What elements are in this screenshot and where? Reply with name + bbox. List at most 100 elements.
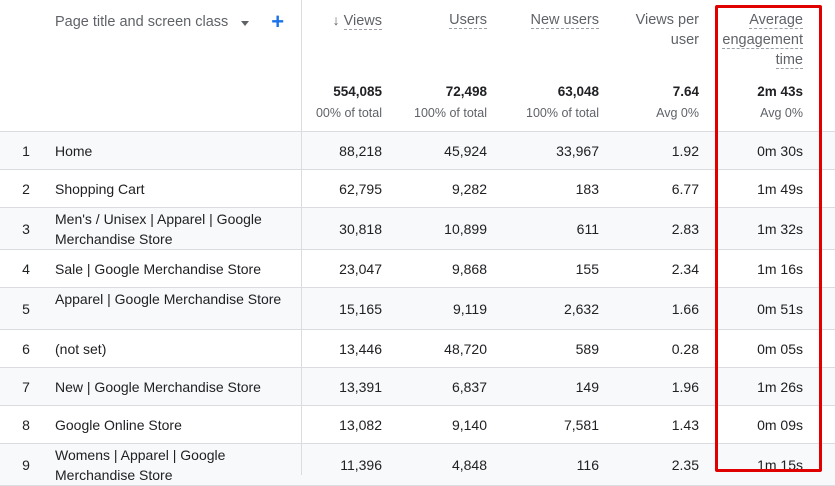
table-row[interactable]: 6 (not set) 13,446 48,720 589 0.28 0m 05s — [0, 330, 835, 368]
table-row[interactable]: 1 Home 88,218 45,924 33,967 1.92 0m 30s — [0, 132, 835, 170]
cell-views: 13,446 — [339, 340, 382, 357]
subtotal-users: 100% of total — [414, 106, 487, 120]
total-views-per-user: 7.64 — [672, 84, 699, 99]
cell-new-users: 116 — [576, 456, 599, 473]
row-index: 1 — [22, 142, 30, 159]
row-title[interactable]: Apparel | Google Merchandise Store — [55, 289, 290, 309]
report-table: Page title and screen class + ↓ Views Use… — [0, 0, 835, 486]
column-label-line: Views per — [635, 12, 699, 28]
column-label-line: time — [775, 52, 803, 69]
cell-views-per-user: 1.96 — [671, 378, 699, 395]
cell-views: 11,396 — [340, 456, 382, 473]
row-index: 6 — [22, 340, 30, 357]
column-header-views-per-user[interactable]: Views per user — [636, 10, 699, 50]
column-header-users[interactable]: Users — [449, 10, 487, 30]
cell-users: 48,720 — [444, 340, 487, 357]
total-views: 554,085 — [333, 84, 382, 99]
row-index: 5 — [22, 300, 30, 317]
subtotal-views: 00% of total — [315, 106, 382, 120]
cell-views: 23,047 — [339, 260, 382, 277]
cell-average-engagement-time: 1m 32s — [757, 220, 803, 237]
row-title[interactable]: Google Online Store — [55, 415, 290, 435]
cell-users: 6,837 — [451, 378, 487, 395]
row-index: 3 — [22, 220, 30, 237]
cell-views: 62,795 — [339, 180, 382, 197]
table-row[interactable]: 9 Womens | Apparel | Google Merchandise S… — [0, 444, 835, 486]
cell-views-per-user: 1.43 — [671, 416, 699, 433]
cell-new-users: 589 — [575, 340, 599, 357]
cell-new-users: 183 — [575, 180, 599, 197]
row-title[interactable]: (not set) — [55, 339, 290, 359]
row-index: 8 — [22, 416, 30, 433]
dimension-label: Page title and screen class — [55, 14, 229, 30]
cell-new-users: 149 — [575, 378, 599, 395]
column-label-line: Average — [749, 12, 803, 29]
cell-average-engagement-time: 1m 26s — [757, 378, 803, 395]
row-title[interactable]: Shopping Cart — [55, 179, 290, 199]
cell-average-engagement-time: 0m 09s — [757, 416, 803, 433]
cell-users: 9,868 — [451, 260, 487, 277]
cell-new-users: 2,632 — [563, 300, 599, 317]
cell-new-users: 611 — [576, 220, 599, 237]
column-label: Users — [449, 12, 487, 29]
column-header-new-users[interactable]: New users — [530, 10, 599, 30]
subtotal-average-engagement-time: Avg 0% — [760, 106, 803, 120]
cell-views-per-user: 2.34 — [671, 260, 699, 277]
table-row[interactable]: 5 Apparel | Google Merchandise Store 15,16… — [0, 288, 835, 330]
column-divider — [301, 0, 302, 475]
cell-average-engagement-time: 0m 05s — [757, 340, 803, 357]
cell-views: 13,082 — [339, 416, 382, 433]
table-row[interactable]: 4 Sale | Google Merchandise Store 23,047 9,… — [0, 250, 835, 288]
cell-views-per-user: 2.83 — [671, 220, 699, 237]
table-header: Page title and screen class + ↓ Views Use… — [0, 0, 835, 132]
cell-average-engagement-time: 1m 15s — [757, 456, 803, 473]
total-average-engagement-time: 2m 43s — [757, 84, 803, 99]
row-title[interactable]: New | Google Merchandise Store — [55, 377, 290, 397]
cell-users: 9,282 — [451, 180, 487, 197]
subtotal-new-users: 100% of total — [526, 106, 599, 120]
row-index: 7 — [22, 378, 30, 395]
row-index: 9 — [22, 456, 30, 473]
cell-average-engagement-time: 1m 49s — [757, 180, 803, 197]
dimension-selector[interactable]: Page title and screen class + — [55, 11, 284, 33]
cell-views-per-user: 1.66 — [671, 300, 699, 317]
column-label: Views — [343, 13, 382, 30]
table-row[interactable]: 2 Shopping Cart 62,795 9,282 183 6.77 1m 49s — [0, 170, 835, 208]
cell-new-users: 155 — [575, 260, 599, 277]
cell-users: 4,848 — [451, 456, 487, 473]
cell-new-users: 33,967 — [556, 142, 599, 159]
row-title[interactable]: Sale | Google Merchandise Store — [55, 259, 290, 279]
total-users: 72,498 — [445, 84, 487, 99]
cell-users: 10,899 — [444, 220, 487, 237]
cell-views-per-user: 2.35 — [671, 456, 699, 473]
cell-views: 88,218 — [339, 142, 382, 159]
cell-new-users: 7,581 — [563, 416, 599, 433]
cell-average-engagement-time: 0m 30s — [757, 142, 803, 159]
cell-views-per-user: 1.92 — [671, 142, 699, 159]
table-row[interactable]: 7 New | Google Merchandise Store 13,391 6,8… — [0, 368, 835, 406]
row-title[interactable]: Men's / Unisex | Apparel | Google Mercha… — [55, 209, 290, 249]
cell-views: 15,165 — [339, 300, 382, 317]
cell-views-per-user: 0.28 — [671, 340, 699, 357]
row-title[interactable]: Home — [55, 141, 290, 161]
column-label: New users — [530, 12, 599, 29]
cell-views: 13,391 — [339, 378, 382, 395]
cell-average-engagement-time: 0m 51s — [757, 300, 803, 317]
subtotal-views-per-user: Avg 0% — [656, 106, 699, 120]
row-title[interactable]: Womens | Apparel | Google Merchandise St… — [55, 445, 290, 485]
cell-views-per-user: 6.77 — [671, 180, 699, 197]
total-new-users: 63,048 — [557, 84, 599, 99]
column-header-views[interactable]: ↓ Views — [333, 10, 382, 31]
table-row[interactable]: 3 Men's / Unisex | Apparel | Google Merch… — [0, 208, 835, 250]
column-label-line: user — [670, 32, 699, 48]
chevron-down-icon[interactable] — [241, 20, 250, 26]
row-index: 2 — [22, 180, 30, 197]
table-row[interactable]: 8 Google Online Store 13,082 9,140 7,581 1.43… — [0, 406, 835, 444]
row-index: 4 — [22, 260, 30, 277]
cell-users: 9,140 — [451, 416, 487, 433]
table-body: 1 Home 88,218 45,924 33,967 1.92 0m 30s 2 Shoppi… — [0, 132, 835, 486]
column-header-average-engagement-time[interactable]: Average engagement time — [722, 10, 803, 70]
add-dimension-icon[interactable]: + — [271, 11, 284, 33]
cell-users: 45,924 — [444, 142, 487, 159]
sort-descending-icon: ↓ — [332, 12, 340, 28]
